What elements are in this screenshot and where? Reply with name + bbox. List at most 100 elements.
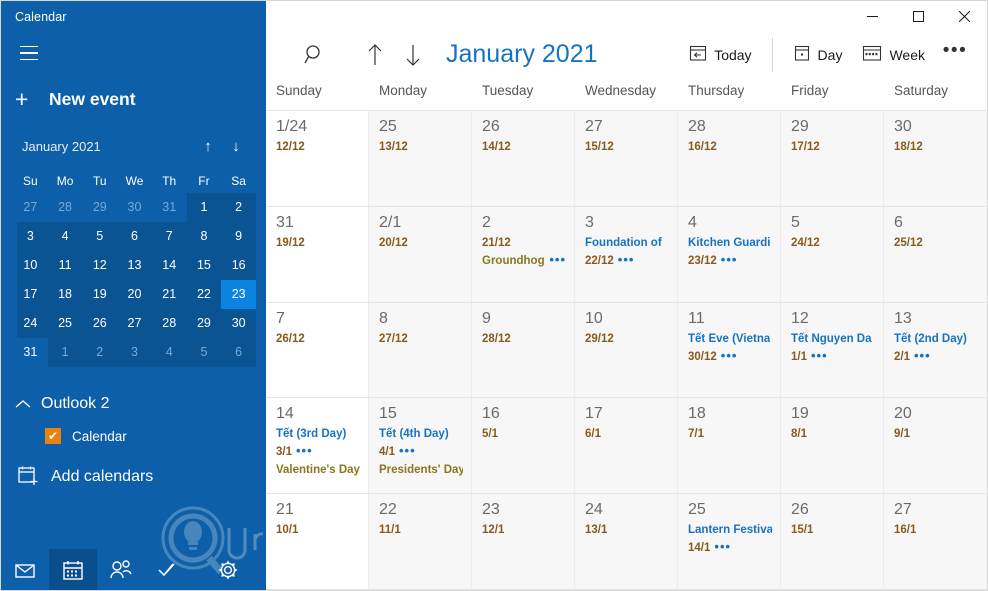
day-cell[interactable]: 26 14/12 <box>472 111 575 207</box>
lunar-date[interactable]: 13/1 <box>585 523 669 538</box>
day-cell[interactable]: 7 26/12 <box>266 302 369 399</box>
lunar-date[interactable]: 6/1 <box>585 427 669 442</box>
mini-day-cell[interactable]: 2 <box>221 193 256 222</box>
lunar-date[interactable]: 8/1 <box>791 427 875 442</box>
more-events-icon[interactable]: ••• <box>549 254 566 266</box>
mini-day-cell[interactable]: 19 <box>82 280 117 309</box>
calendar-event[interactable]: Foundation of <box>585 236 669 251</box>
lunar-date[interactable]: 29/12 <box>585 332 669 347</box>
more-events-icon[interactable]: ••• <box>721 254 738 266</box>
hamburger-icon[interactable] <box>9 36 49 70</box>
day-cell[interactable]: 20 9/1 <box>884 398 987 495</box>
lunar-date[interactable]: 2/1 ••• <box>894 350 979 365</box>
mini-day-cell[interactable]: 28 <box>48 193 83 222</box>
mini-day-cell[interactable]: 5 <box>187 338 222 367</box>
lunar-date[interactable]: 3/1 ••• <box>276 445 360 460</box>
mini-day-cell[interactable]: 10 <box>13 251 48 280</box>
more-events-icon[interactable]: ••• <box>811 350 828 362</box>
lunar-date[interactable]: 13/12 <box>379 140 463 155</box>
more-events-icon[interactable]: ••• <box>618 254 635 266</box>
more-events-icon[interactable]: ••• <box>399 445 416 457</box>
nav-mail-button[interactable] <box>1 549 49 590</box>
day-cell[interactable]: 3 Foundation of 22/12 ••• <box>575 206 678 303</box>
today-button[interactable]: Today <box>679 39 761 71</box>
mini-day-cell[interactable]: 3 <box>13 222 48 251</box>
close-icon[interactable] <box>941 1 987 31</box>
lunar-date[interactable]: 27/12 <box>379 332 463 347</box>
lunar-date[interactable]: 30/12 ••• <box>688 350 772 365</box>
day-cell[interactable]: 25 Lantern Festiva 14/1 ••• <box>678 494 781 590</box>
lunar-date[interactable]: 22/12 ••• <box>585 254 669 269</box>
day-cell[interactable]: 2/1 20/12 <box>369 206 472 303</box>
mini-day-cell[interactable]: 6 <box>117 222 152 251</box>
calendar-event[interactable]: Tết (4th Day) <box>379 427 463 442</box>
mini-day-cell[interactable]: 6 <box>221 338 256 367</box>
lunar-date[interactable]: 14/12 <box>482 140 566 155</box>
mini-day-cell[interactable]: 15 <box>187 251 222 280</box>
lunar-date[interactable]: 18/12 <box>894 140 979 155</box>
ellipsis-icon[interactable]: ••• <box>935 39 975 71</box>
mini-day-cell[interactable]: 1 <box>48 338 83 367</box>
mini-day-cell[interactable]: 29 <box>187 309 222 338</box>
day-cell[interactable]: 10 29/12 <box>575 302 678 399</box>
calendar-event[interactable]: Tết Nguyen Da <box>791 332 875 347</box>
mini-day-cell[interactable]: 1 <box>187 193 222 222</box>
mini-day-cell[interactable]: 18 <box>48 280 83 309</box>
day-cell[interactable]: 8 27/12 <box>369 302 472 399</box>
nav-people-button[interactable] <box>97 549 145 590</box>
day-cell[interactable]: 17 6/1 <box>575 398 678 495</box>
day-cell[interactable]: 15 Tết (4th Day) 4/1 ••• Presidents' Day <box>369 398 472 495</box>
calendar-event[interactable]: Groundhog Da ••• <box>482 254 566 269</box>
lunar-date[interactable]: 15/12 <box>585 140 669 155</box>
day-cell[interactable]: 12 Tết Nguyen Da 1/1 ••• <box>781 302 884 399</box>
day-cell[interactable]: 31 19/12 <box>266 206 369 303</box>
day-cell[interactable]: 6 25/12 <box>884 206 987 303</box>
mini-day-cell[interactable]: 14 <box>152 251 187 280</box>
mini-day-cell[interactable]: 22 <box>187 280 222 309</box>
more-events-icon[interactable]: ••• <box>296 445 313 457</box>
maximize-icon[interactable] <box>895 1 941 31</box>
lunar-date[interactable]: 15/1 <box>791 523 875 538</box>
mini-day-cell[interactable]: 13 <box>117 251 152 280</box>
day-cell[interactable]: 18 7/1 <box>678 398 781 495</box>
nav-calendar-button[interactable] <box>49 549 97 590</box>
calendar-event[interactable]: Tết (3rd Day) <box>276 427 360 442</box>
day-cell[interactable]: 26 15/1 <box>781 494 884 590</box>
calendar-event[interactable]: Kitchen Guardi <box>688 236 772 251</box>
day-view-button[interactable]: Day <box>783 39 853 71</box>
mini-day-cell[interactable]: 21 <box>152 280 187 309</box>
lunar-date[interactable]: 28/12 <box>482 332 566 347</box>
mini-day-cell[interactable]: 23 <box>221 280 256 309</box>
mini-day-cell[interactable]: 27 <box>117 309 152 338</box>
nav-settings-button[interactable] <box>204 549 252 590</box>
day-cell[interactable]: 21 10/1 <box>266 494 369 590</box>
more-events-icon[interactable]: ••• <box>714 541 731 553</box>
day-cell[interactable]: 14 Tết (3rd Day) 3/1 ••• Valentine's Day <box>266 398 369 495</box>
lunar-date[interactable]: 16/1 <box>894 523 979 538</box>
mini-day-cell[interactable]: 17 <box>13 280 48 309</box>
calendar-event[interactable]: Lantern Festiva <box>688 523 772 538</box>
lunar-date[interactable]: 12/1 <box>482 523 566 538</box>
lunar-date[interactable]: 16/12 <box>688 140 772 155</box>
mini-day-cell[interactable]: 26 <box>82 309 117 338</box>
calendar-event[interactable]: Tết Eve (Vietna <box>688 332 772 347</box>
lunar-date[interactable]: 17/12 <box>791 140 875 155</box>
day-cell[interactable]: 23 12/1 <box>472 494 575 590</box>
minimize-icon[interactable] <box>849 1 895 31</box>
calendar-checkbox-row[interactable]: ✔ Calendar <box>1 419 266 453</box>
mini-day-cell[interactable]: 25 <box>48 309 83 338</box>
mini-day-cell[interactable]: 3 <box>117 338 152 367</box>
mini-day-cell[interactable]: 30 <box>117 193 152 222</box>
mini-day-cell[interactable]: 27 <box>13 193 48 222</box>
mini-day-cell[interactable]: 30 <box>221 309 256 338</box>
mini-calendar-grid[interactable]: Su Mo Tu We Th Fr Sa 27 28 29 30 31 1 2 3 4 5 6 7 8 9 10 11 12 1… <box>13 169 256 367</box>
mini-day-cell[interactable]: 31 <box>152 193 187 222</box>
day-cell[interactable]: 13 Tết (2nd Day) 2/1 ••• <box>884 302 987 399</box>
day-cell[interactable]: 25 13/12 <box>369 111 472 207</box>
mini-day-cell[interactable]: 31 <box>13 338 48 367</box>
mini-next-month-icon[interactable]: ↓ <box>222 139 250 154</box>
week-view-button[interactable]: Week <box>852 39 935 71</box>
day-cell[interactable]: 22 11/1 <box>369 494 472 590</box>
more-events-icon[interactable]: ••• <box>914 350 931 362</box>
day-cell[interactable]: 11 Tết Eve (Vietna 30/12 ••• <box>678 302 781 399</box>
